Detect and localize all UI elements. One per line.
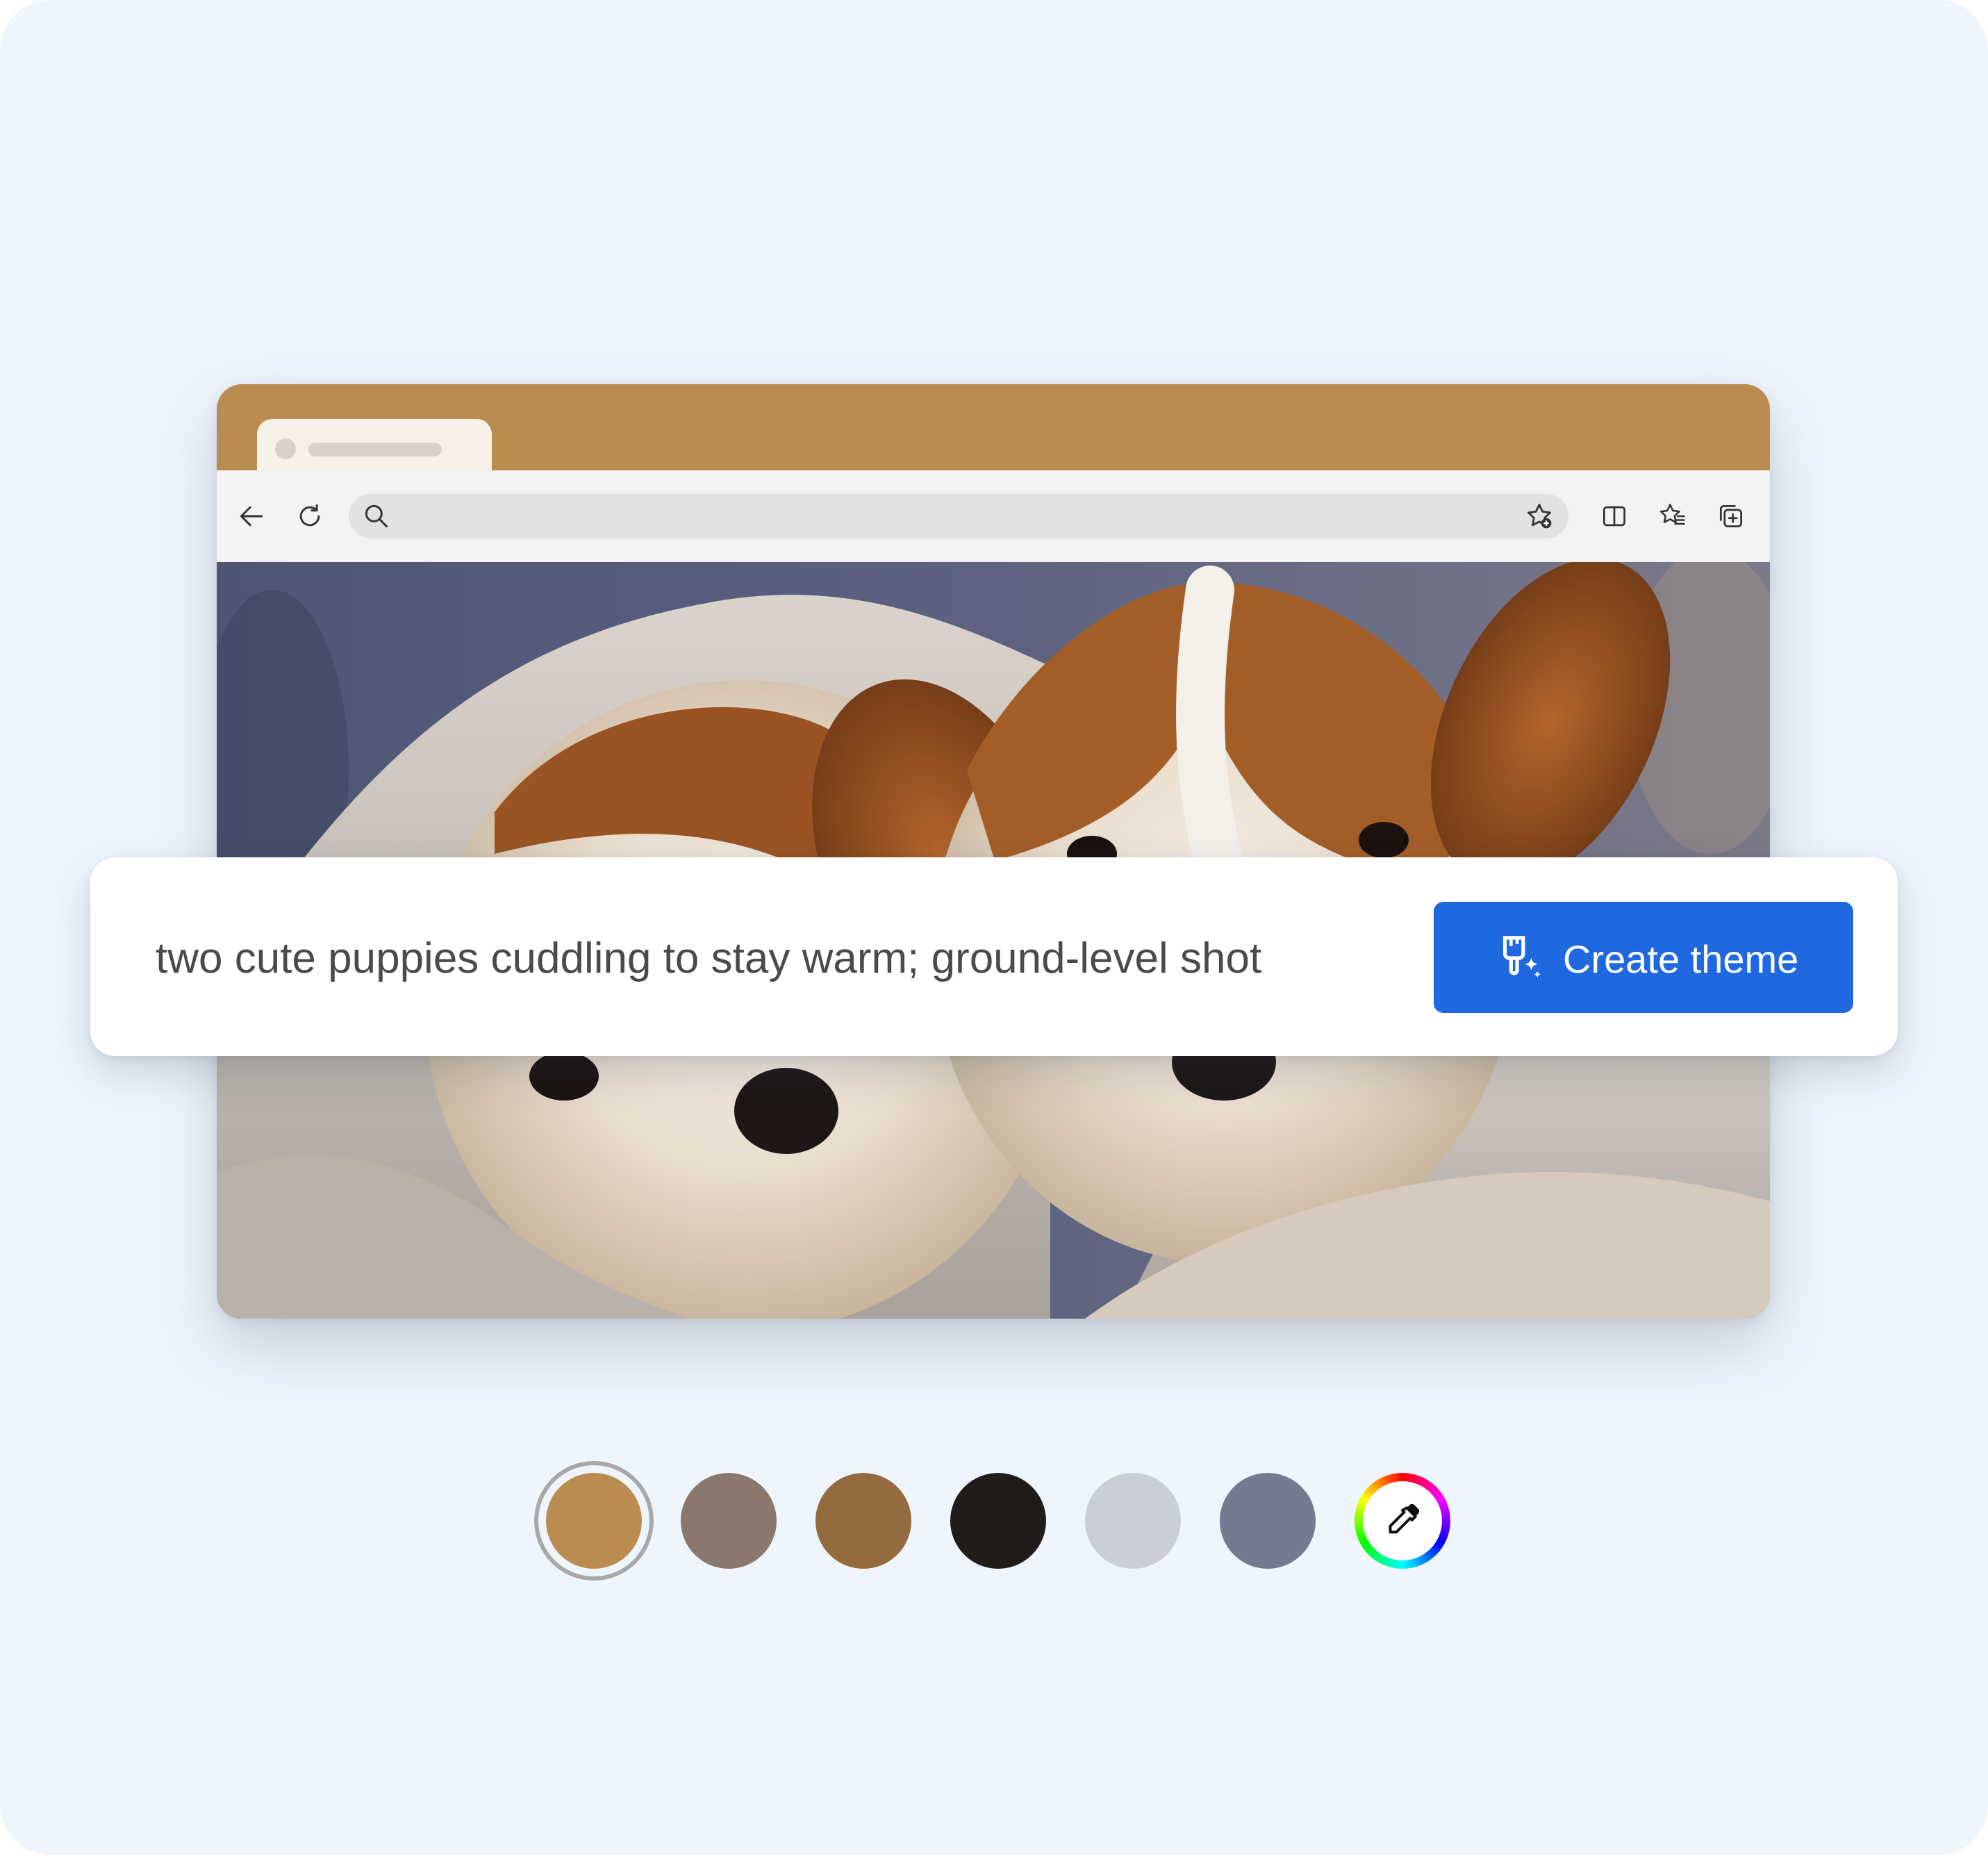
swatch-brown[interactable] [815, 1473, 911, 1569]
browser-window [217, 384, 1770, 1319]
swatch-light-gray[interactable] [1085, 1473, 1181, 1569]
search-icon [361, 501, 392, 531]
refresh-icon[interactable] [295, 501, 325, 531]
eyedropper-icon [1389, 1503, 1420, 1534]
swatch-black[interactable] [950, 1473, 1046, 1569]
address-bar[interactable] [349, 494, 1568, 538]
collections-icon[interactable] [1716, 501, 1746, 531]
tab-title-placeholder [308, 443, 442, 456]
prompt-input[interactable]: two cute puppies cuddling to stay warm; … [156, 934, 1261, 983]
browser-tab[interactable] [257, 419, 492, 470]
swatch-taupe[interactable] [681, 1473, 777, 1569]
tab-favicon-placeholder [275, 438, 296, 459]
paintbrush-sparkle-icon [1495, 934, 1543, 982]
swatch-slate[interactable] [1220, 1473, 1316, 1569]
swatch-tan[interactable] [546, 1473, 642, 1569]
color-picker-button[interactable] [1355, 1473, 1450, 1569]
back-arrow-icon[interactable] [236, 501, 267, 531]
create-theme-button[interactable]: Create theme [1434, 902, 1853, 1013]
background-canvas: two cute puppies cuddling to stay warm; … [0, 0, 1988, 1855]
create-theme-label: Create theme [1563, 937, 1799, 981]
prompt-card: two cute puppies cuddling to stay warm; … [90, 857, 1898, 1056]
favorites-icon[interactable] [1657, 501, 1688, 531]
browser-title-bar [217, 384, 1770, 470]
split-screen-icon[interactable] [1599, 501, 1630, 531]
browser-toolbar [217, 470, 1770, 562]
favorite-add-icon[interactable] [1524, 501, 1555, 531]
color-picker-inner [1363, 1481, 1442, 1560]
